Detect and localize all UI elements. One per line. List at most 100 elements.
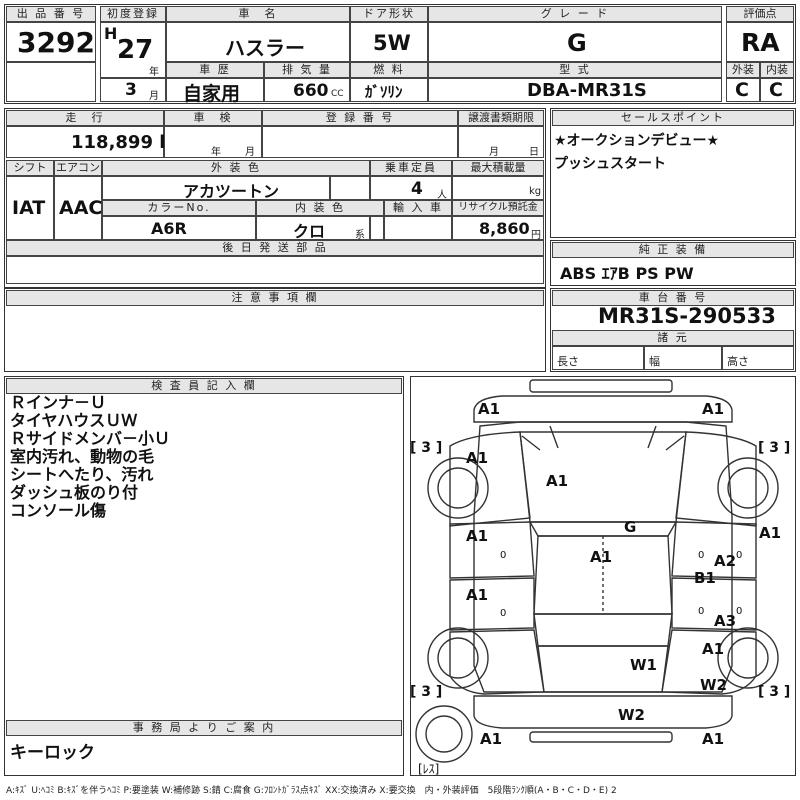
later-parts-cell xyxy=(6,256,544,284)
width-label: 幅 xyxy=(649,355,660,368)
int-color-cell: クロ 系 xyxy=(256,216,370,241)
inspector-notes: Ｒインナ－Ｕ タイヤハウスＵＷ Ｒサイドメンバ－小Ｕ 室内汚れ、動物の毛 シート… xyxy=(10,394,170,520)
caution-label: 注 意 事 項 欄 xyxy=(6,290,544,306)
office-label: 事 務 局 よ り ご 案 内 xyxy=(6,720,402,736)
later-parts-label: 後 日 発 送 部 品 xyxy=(6,240,544,256)
shift: IAT xyxy=(12,197,46,219)
reg-no-label: 登 録 番 号 xyxy=(262,110,458,126)
month-unit: 月 xyxy=(149,91,159,102)
color-no-cell: A6R xyxy=(102,216,256,240)
sales-point-2: プッシュスタート xyxy=(554,156,666,172)
equipment-label: 純 正 装 備 xyxy=(552,242,794,258)
displacement-unit: CC xyxy=(331,89,344,99)
damage-mark: A1 xyxy=(702,640,725,658)
color-cell: アカツートン xyxy=(102,176,330,201)
interior-label: 内装 xyxy=(760,62,794,78)
sales-points-label: セールスポイント xyxy=(552,110,794,126)
load-cell: kg xyxy=(452,176,544,200)
transfer-month-unit: 月 xyxy=(489,147,499,158)
history-label: 車 歴 xyxy=(166,62,264,78)
damage-mark: G xyxy=(624,518,637,536)
inspector-note: Ｒインナ－Ｕ xyxy=(10,393,107,412)
transfer-day-unit: 日 xyxy=(529,147,539,158)
specs-label: 諸 元 xyxy=(552,330,794,346)
damage-mark: W1 xyxy=(630,656,657,674)
door-cell: 5W xyxy=(350,22,428,62)
damage-mark: A3 xyxy=(714,612,737,630)
history-cell: 自家用 xyxy=(166,78,264,105)
mileage-label: 走 行 xyxy=(6,110,164,126)
damage-mark: A1 xyxy=(478,400,501,418)
damage-mark: A1 xyxy=(546,472,569,490)
fuel: ｶﾞｿﾘﾝ xyxy=(365,83,403,101)
transfer-cell: 月 日 xyxy=(458,126,544,158)
tire-mark-rr: [ 3 ] xyxy=(758,684,791,700)
ac-label: エアコン xyxy=(54,160,102,176)
model: DBA-MR31S xyxy=(527,80,647,101)
exterior-label: 外装 xyxy=(726,62,760,78)
recycle-unit: 円 xyxy=(531,230,541,241)
inspector-note: コンソール傷 xyxy=(10,501,107,520)
int-color-unit: 系 xyxy=(355,230,365,241)
reg-no-cell xyxy=(262,126,458,158)
inspector-note: シートへたり、汚れ xyxy=(10,465,154,484)
displacement-label: 排 気 量 xyxy=(264,62,350,78)
model-label: 型 式 xyxy=(428,62,722,78)
exterior-cell: C xyxy=(726,78,760,102)
car-name-cell: ハスラー xyxy=(166,22,350,62)
recycle: 8,860 xyxy=(479,219,530,238)
damage-mark: W2 xyxy=(618,706,645,724)
shift-cell: IAT xyxy=(6,176,54,240)
office-text: キーロック xyxy=(10,743,95,763)
damage-mark: A1 xyxy=(480,730,503,748)
import-cell xyxy=(384,216,452,240)
inspector-label: 検 査 員 記 入 欄 xyxy=(6,378,402,394)
lot-no-cell: 3292 xyxy=(6,22,96,62)
import-label: 輸 入 車 xyxy=(384,200,452,216)
grade-cell: G xyxy=(428,22,722,62)
damage-mark: A1 xyxy=(590,548,613,566)
first-reg-month-cell: 3 月 xyxy=(100,78,166,102)
displacement-cell: 660 CC xyxy=(264,78,350,102)
int-color-label: 内 装 色 xyxy=(256,200,384,216)
inspection-cell: 年 月 xyxy=(164,126,262,158)
mileage-cell: 118,899 km xyxy=(6,126,190,158)
height-cell: 高さ xyxy=(722,346,794,370)
interior-cell: C xyxy=(760,78,794,102)
damage-mark: A2 xyxy=(714,552,737,570)
damage-mark: A1 xyxy=(759,524,782,542)
year-unit: 年 xyxy=(149,67,159,78)
color: アカツートン xyxy=(183,182,280,201)
inspection-label: 車 検 xyxy=(164,110,262,126)
transfer-label: 譲渡書類期限 xyxy=(458,110,544,126)
lot-no-blank xyxy=(6,62,96,102)
car-name-label: 車 名 xyxy=(166,6,350,22)
capacity-cell: 4 人 xyxy=(370,176,452,201)
car-diagram xyxy=(415,379,779,763)
ac-cell: AAC xyxy=(54,176,102,240)
tire-mark-fl: [ 3 ] xyxy=(410,440,443,456)
zero-mark: 0 xyxy=(698,606,705,617)
load-label: 最大積載量 xyxy=(452,160,544,176)
reg-year: 27 xyxy=(117,35,154,65)
ac: AAC xyxy=(59,197,103,219)
inspection-month-unit: 月 xyxy=(245,147,255,158)
damage-mark: A1 xyxy=(466,527,489,545)
capacity: 4 xyxy=(411,179,423,199)
zero-mark: 0 xyxy=(698,550,705,561)
legend: A:ｷｽﾞ U:ﾍｺﾐ B:ｷｽﾞを伴うﾍｺﾐ P:要塗装 W:補修跡 S:錆 … xyxy=(6,786,617,796)
inspector-note: タイヤハウスＵＷ xyxy=(10,411,138,430)
zero-mark: 0 xyxy=(500,550,507,561)
zero-mark: 0 xyxy=(736,550,743,561)
tire-mark-rl: [ 3 ] xyxy=(410,684,443,700)
zero-mark: 0 xyxy=(500,608,507,619)
int-color: クロ xyxy=(293,222,326,241)
score-label: 評価点 xyxy=(726,6,794,22)
recycle-cell: 8,860 円 xyxy=(452,216,544,241)
damage-mark: A1 xyxy=(702,730,725,748)
damage-mark: W2 xyxy=(700,676,727,694)
first-reg-label: 初度登録 xyxy=(100,6,166,22)
length-cell: 長さ xyxy=(552,346,644,370)
era: H xyxy=(104,24,118,43)
door: 5W xyxy=(373,31,411,55)
